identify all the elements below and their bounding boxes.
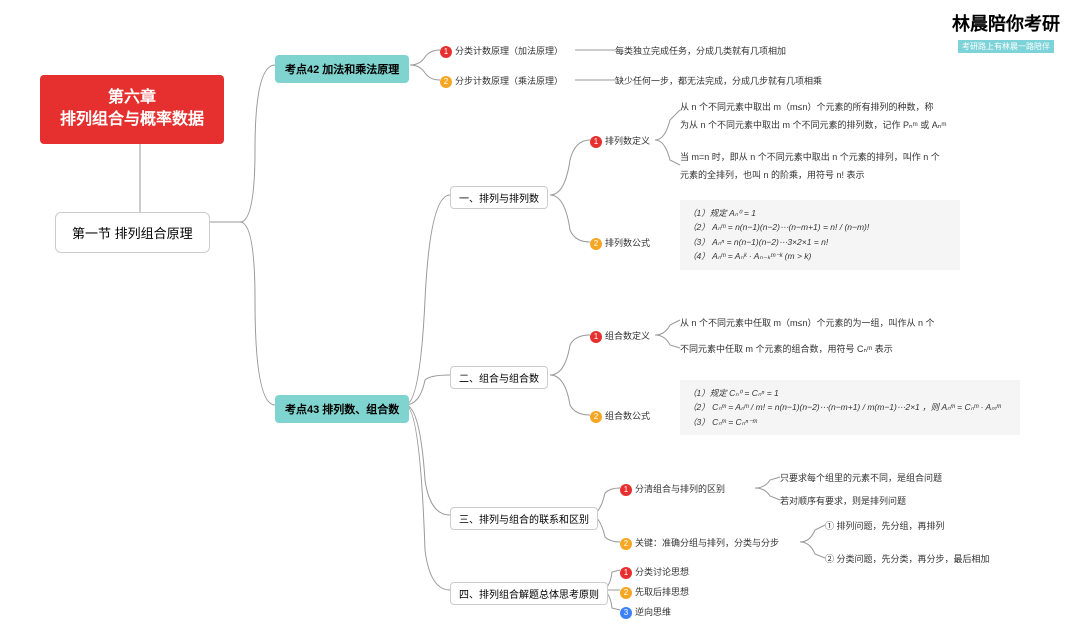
t42-n1: 1分类计数原理（加法原理） [440, 44, 563, 58]
root-line1: 第六章 [60, 87, 204, 109]
t43-s2: 二、组合与组合数 [450, 366, 548, 389]
s2-formula-box: （1）规定 Cₙ⁰ = Cₙⁿ = 1 （2） Cₙᵐ = Aₙᵐ / m! =… [680, 380, 1020, 435]
s2-def: 1组合数定义 [590, 329, 650, 343]
s3-n1-d2: 若对顺序有要求，则是排列问题 [780, 494, 906, 507]
s1-def-d2: 为从 n 个不同元素中取出 m 个不同元素的排列数，记作 Pₙᵐ 或 Aₙᵐ [680, 118, 947, 131]
s1-formula-box: （1）规定 Aₙ⁰ = 1 （2） Aₙᵐ = n(n−1)(n−2)⋯(n−m… [680, 200, 960, 270]
t43-s3: 三、排列与组合的联系和区别 [450, 507, 598, 530]
s3-n2-d2: ② 分类问题，先分类，再分步，最后相加 [825, 552, 990, 565]
s2-def-d2: 不同元素中任取 m 个元素的组合数，用符号 Cₙᵐ 表示 [680, 342, 893, 355]
topic-42: 考点42 加法和乘法原理 [275, 55, 409, 83]
t42-n1-desc: 每类独立完成任务，分成几类就有几项相加 [615, 44, 786, 57]
s1-def-d1: 从 n 个不同元素中取出 m（m≤n）个元素的所有排列的种数，称 [680, 100, 933, 113]
s4-n3: 3逆向思维 [620, 605, 671, 619]
brand-logo: 林晨陪你考研 考研路上有林晨一路陪伴 [952, 10, 1060, 54]
topic-43: 考点43 排列数、组合数 [275, 395, 409, 423]
s4-n2: 2先取后排思想 [620, 585, 689, 599]
root-line2: 排列组合与概率数据 [60, 109, 204, 131]
s3-n2-d1: ① 排列问题，先分组，再排列 [825, 519, 945, 532]
s1-def-d3: 当 m=n 时，即从 n 个不同元素中取出 n 个元素的排列，叫作 n 个 [680, 150, 940, 163]
s2-def-d1: 从 n 个不同元素中任取 m（m≤n）个元素的为一组，叫作从 n 个 [680, 316, 934, 329]
s1-def-d4: 元素的全排列，也叫 n 的阶乘，用符号 n! 表示 [680, 168, 865, 181]
brand-sub: 考研路上有林晨一路陪伴 [958, 40, 1054, 53]
s3-n1: 1分清组合与排列的区别 [620, 482, 725, 496]
t43-s1: 一、排列与排列数 [450, 186, 548, 209]
s1-def: 1排列数定义 [590, 134, 650, 148]
t43-s4: 四、排列组合解题总体思考原则 [450, 582, 608, 605]
brand-main: 林晨陪你考研 [952, 10, 1060, 36]
s3-n1-d1: 只要求每个组里的元素不同，是组合问题 [780, 471, 942, 484]
s2-formula: 2组合数公式 [590, 409, 650, 423]
t42-n2-desc: 缺少任何一步，都无法完成，分成几步就有几项相乘 [615, 74, 822, 87]
s1-formula: 2排列数公式 [590, 236, 650, 250]
t42-n2: 2分步计数原理（乘法原理） [440, 74, 563, 88]
root-chapter: 第六章 排列组合与概率数据 [40, 75, 224, 144]
s4-n1: 1分类讨论思想 [620, 565, 689, 579]
s3-n2: 2关键：准确分组与排列，分类与分步 [620, 536, 779, 550]
section-node: 第一节 排列组合原理 [55, 212, 210, 253]
